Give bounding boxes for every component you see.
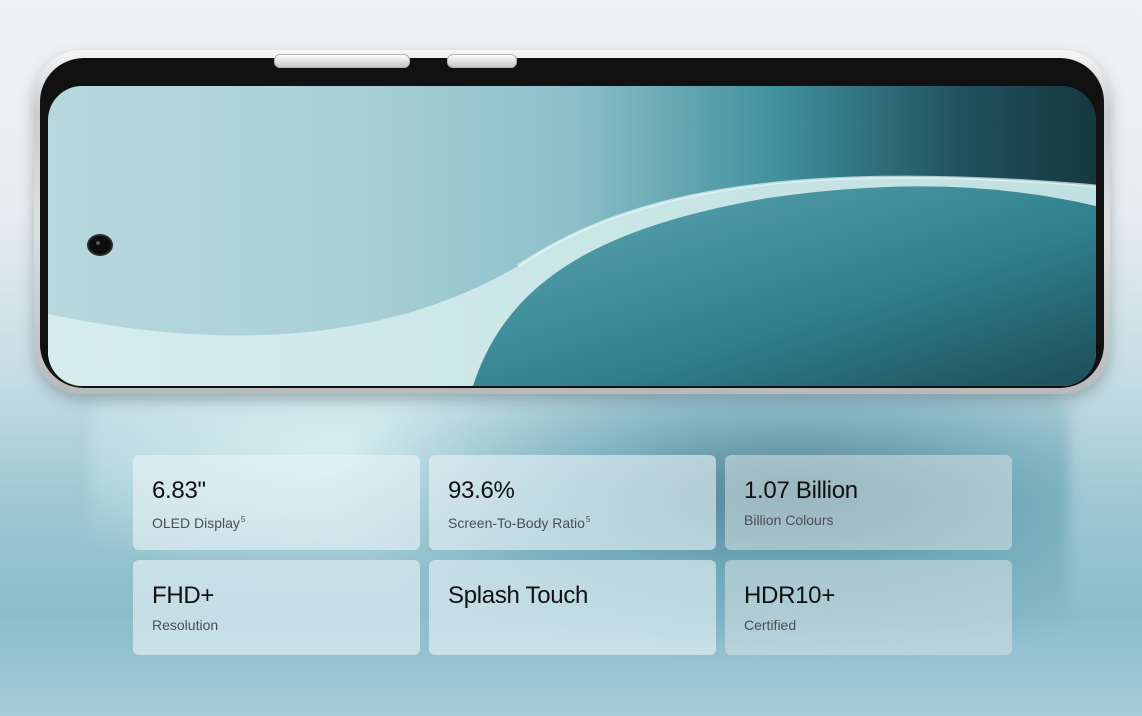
spec-label: Resolution [152,617,219,633]
volume-button [274,54,410,68]
spec-label: Screen-To-Body Ratio5 [448,515,591,531]
spec-card-resolution: FHD+ Resolution [133,560,420,655]
footnote-marker: 5 [240,515,246,524]
spec-value: 93.6% [448,477,515,504]
spec-value: 1.07 Billion [744,477,858,504]
phone-screen [48,86,1096,386]
spec-value: FHD+ [152,582,215,609]
spec-label: OLED Display5 [152,515,246,531]
spec-value: HDR10+ [744,582,835,609]
spec-label: Billion Colours [744,512,834,528]
spec-value: 6.83" [152,477,206,504]
spec-value: Splash Touch [448,582,589,609]
footnote-marker: 5 [585,515,591,524]
spec-card-hdr: HDR10+ Certified [725,560,1012,655]
wallpaper-graphic [48,175,1096,386]
spec-card-colours: 1.07 Billion Billion Colours [725,455,1012,550]
front-camera-icon [89,236,111,254]
power-button [447,54,517,68]
spec-card-splash-touch: Splash Touch [429,560,716,655]
spec-label: Certified [744,617,797,633]
spec-card-display-size: 6.83" OLED Display5 [133,455,420,550]
spec-card-screen-ratio: 93.6% Screen-To-Body Ratio5 [429,455,716,550]
